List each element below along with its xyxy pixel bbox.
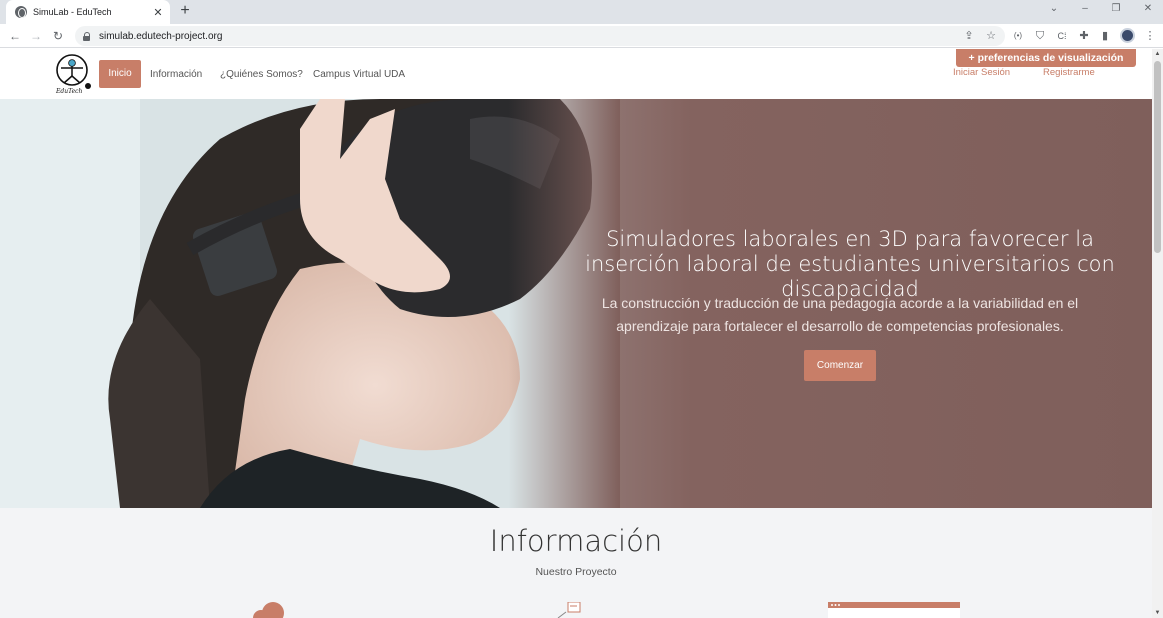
browser-window-icon: [828, 602, 960, 618]
menu-kebab-icon[interactable]: ⋮: [1143, 29, 1157, 43]
browser-tab-bar: SimuLab - EduTech ✕ + ⌄ – ❐ ✕: [0, 0, 1163, 24]
page-scrollbar[interactable]: ▲ ▼: [1152, 49, 1163, 618]
nav-item-campus-virtual[interactable]: Campus Virtual UDA: [313, 69, 405, 80]
side-panel-icon[interactable]: ▮: [1098, 29, 1112, 43]
website-viewport: EduTech Inicio Información ¿Quiénes Somo…: [0, 49, 1152, 618]
start-button[interactable]: Comenzar: [804, 350, 876, 381]
share-icon[interactable]: ⇪: [962, 29, 976, 43]
minimize-button[interactable]: –: [1078, 3, 1092, 14]
close-window-button[interactable]: ✕: [1141, 3, 1155, 14]
scrollbar-thumb[interactable]: [1154, 61, 1161, 253]
maximize-button[interactable]: ❐: [1109, 3, 1123, 14]
cloud-icon: [253, 602, 284, 618]
nav-item-inicio[interactable]: Inicio: [99, 60, 141, 88]
globe-icon: [15, 6, 27, 18]
lock-icon: [83, 31, 91, 41]
shield-extension-icon[interactable]: ⛉: [1033, 29, 1047, 43]
reload-icon[interactable]: ↻: [50, 28, 66, 44]
url-text: simulab.edutech-project.org: [99, 30, 223, 42]
cc-extension-icon[interactable]: C⁞: [1055, 29, 1069, 43]
hero-banner: Simuladores laborales en 3D para favorec…: [0, 99, 1152, 508]
login-link[interactable]: Iniciar Sesión: [953, 67, 1010, 78]
hero-vr-photo: [0, 99, 620, 508]
hero-title: Simuladores laborales en 3D para favorec…: [585, 227, 1115, 301]
tab-search-icon[interactable]: ⌄: [1047, 3, 1061, 14]
profile-avatar[interactable]: [1120, 28, 1135, 43]
puzzle-extensions-icon[interactable]: ✚: [1077, 29, 1091, 43]
tab-close-icon[interactable]: ✕: [152, 6, 164, 19]
document-pencil-icon: [557, 602, 581, 618]
register-link[interactable]: Registrarme: [1043, 67, 1095, 78]
address-bar[interactable]: simulab.edutech-project.org: [75, 26, 1005, 46]
browser-tab[interactable]: SimuLab - EduTech ✕: [6, 0, 170, 24]
browser-toolbar: ← → ↻ simulab.edutech-project.org ⇪ ☆ (•…: [0, 24, 1163, 48]
info-section-title: Información: [489, 524, 663, 558]
new-tab-button[interactable]: +: [176, 2, 194, 20]
extension-radio-icon[interactable]: (•): [1011, 29, 1025, 43]
back-arrow-icon[interactable]: ←: [7, 28, 23, 44]
bookmark-star-icon[interactable]: ☆: [984, 29, 998, 43]
scroll-down-arrow-icon[interactable]: ▼: [1152, 608, 1163, 618]
nav-item-quienes-somos[interactable]: ¿Quiénes Somos?: [220, 69, 303, 80]
tab-title: SimuLab - EduTech: [33, 7, 112, 17]
site-header: EduTech Inicio Información ¿Quiénes Somo…: [0, 49, 1152, 99]
nav-item-informacion[interactable]: Información: [150, 69, 202, 80]
display-preferences-button[interactable]: + preferencias de visualización: [956, 49, 1136, 67]
edutech-logo[interactable]: EduTech: [52, 53, 94, 95]
scroll-up-arrow-icon[interactable]: ▲: [1152, 49, 1163, 59]
info-section-subtitle: Nuestro Proyecto: [535, 566, 617, 578]
logo-text: EduTech: [55, 88, 83, 95]
forward-arrow-icon[interactable]: →: [28, 28, 44, 44]
hero-subtitle: La construcción y traducción de una peda…: [601, 295, 1079, 334]
